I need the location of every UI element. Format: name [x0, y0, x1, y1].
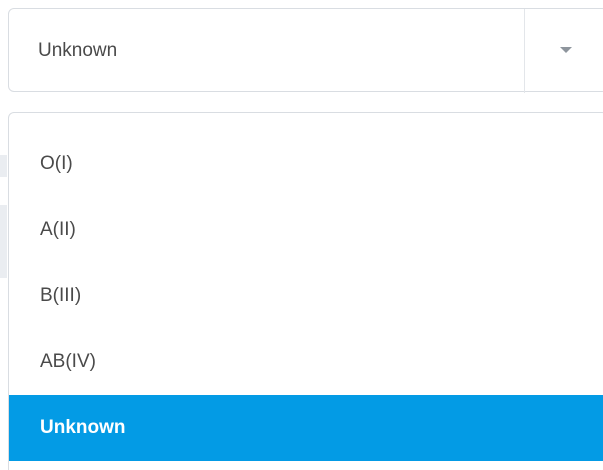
dropdown-menu: O(I) A(II) B(III) AB(IV) Unknown [8, 112, 603, 470]
select-divider [524, 9, 525, 93]
left-edge-ghost-2 [0, 205, 7, 278]
menu-item[interactable]: O(I) [9, 131, 603, 197]
left-edge-ghost-1 [0, 155, 7, 177]
menu-item-selected[interactable]: Unknown [9, 395, 603, 461]
blood-type-select[interactable]: Unknown [8, 8, 603, 93]
select-value: Unknown [38, 40, 118, 61]
menu-item[interactable]: B(III) [9, 263, 603, 329]
menu-item[interactable]: AB(IV) [9, 329, 603, 395]
chevron-down-icon[interactable] [560, 47, 572, 53]
page: Unknown O(I) A(II) B(III) AB(IV) Unknown [0, 0, 603, 470]
menu-item[interactable]: A(II) [9, 197, 603, 263]
